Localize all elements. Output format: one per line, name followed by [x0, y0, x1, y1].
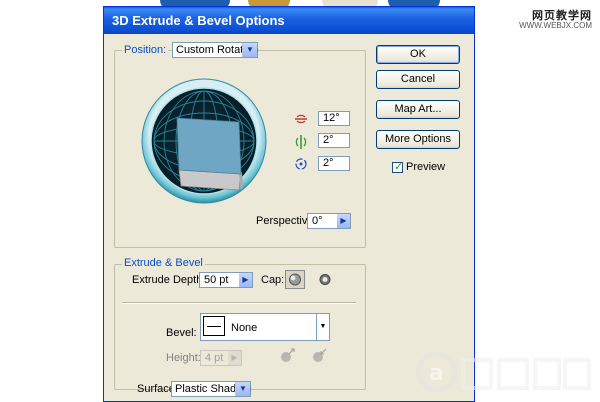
bevel-extent-out-button[interactable] [278, 348, 296, 365]
cancel-button[interactable]: Cancel [376, 70, 460, 89]
preview-checkbox[interactable]: ✓ [392, 161, 404, 173]
z-rotation-value: 2° [323, 157, 334, 169]
bevel-extent-out-icon [281, 348, 295, 362]
height-label: Height: [166, 352, 201, 364]
preview-label: Preview [406, 161, 446, 173]
position-label: Position: [122, 44, 169, 56]
site-watermark: 网页教学网 WWW.WEBJX.COM [519, 10, 592, 31]
checkmark-icon: ✓ [394, 161, 404, 173]
extrude-bevel-dialog: 3D Extrude & Bevel Options Position: Cus… [103, 6, 475, 402]
y-rotation-value: 2° [323, 134, 334, 146]
section-divider [122, 302, 356, 304]
x-rotation-field[interactable]: 12° [318, 111, 350, 126]
cap-label: Cap: [261, 274, 285, 286]
bevel-extent-in-button[interactable] [310, 348, 328, 365]
rotation-sphere-graphic[interactable] [141, 78, 267, 204]
chevron-right-icon[interactable]: ▶ [337, 214, 350, 228]
chevron-down-icon[interactable]: ▼ [242, 43, 257, 57]
ok-button[interactable]: OK [376, 45, 460, 64]
more-options-button[interactable]: More Options [376, 130, 460, 149]
chevron-right-icon[interactable]: ▶ [228, 351, 241, 365]
extrude-depth-field[interactable]: 50 pt ▶ [199, 272, 253, 288]
x-rotation-value: 12° [323, 112, 340, 124]
cap-on-icon [289, 273, 301, 286]
cap-on-button[interactable] [285, 270, 305, 289]
extrude-bevel-section-label: Extrude & Bevel [122, 257, 205, 269]
bevel-extent-in-icon [313, 348, 327, 362]
chevron-right-icon[interactable]: ▶ [239, 273, 252, 287]
cap-off-icon [319, 274, 331, 285]
perspective-value: 0° [312, 215, 323, 227]
y-axis-rotate-icon [295, 135, 307, 149]
perspective-field[interactable]: 0° ▶ [307, 213, 351, 229]
map-art-button[interactable]: Map Art... [376, 100, 460, 119]
cap-off-button[interactable] [316, 271, 334, 288]
bevel-dropdown[interactable]: None ▼ [200, 313, 330, 341]
z-axis-rotate-icon [295, 158, 307, 170]
surface-dropdown[interactable]: Plastic Shading ▼ [171, 381, 251, 397]
bevel-label: Bevel: [166, 327, 197, 339]
bevel-preview-swatch [203, 316, 225, 336]
dialog-title: 3D Extrude & Bevel Options [104, 7, 474, 34]
bevel-value: None [231, 322, 258, 334]
z-rotation-field[interactable]: 2° [318, 156, 350, 171]
watermark-url: WWW.WEBJX.COM [519, 21, 592, 31]
x-axis-rotate-icon [295, 114, 307, 124]
y-rotation-field[interactable]: 2° [318, 133, 350, 148]
chevron-down-icon[interactable]: ▼ [235, 382, 250, 396]
position-dropdown[interactable]: Custom Rotation ▼ [172, 42, 258, 58]
height-field[interactable]: 4 pt ▶ [200, 350, 242, 366]
track-cube-sphere[interactable] [141, 78, 267, 204]
extrude-depth-value: 50 pt [204, 274, 229, 286]
extrude-depth-label: Extrude Depth: [132, 274, 206, 286]
chevron-down-icon[interactable]: ▼ [316, 314, 329, 340]
height-value: 4 pt [205, 352, 224, 364]
